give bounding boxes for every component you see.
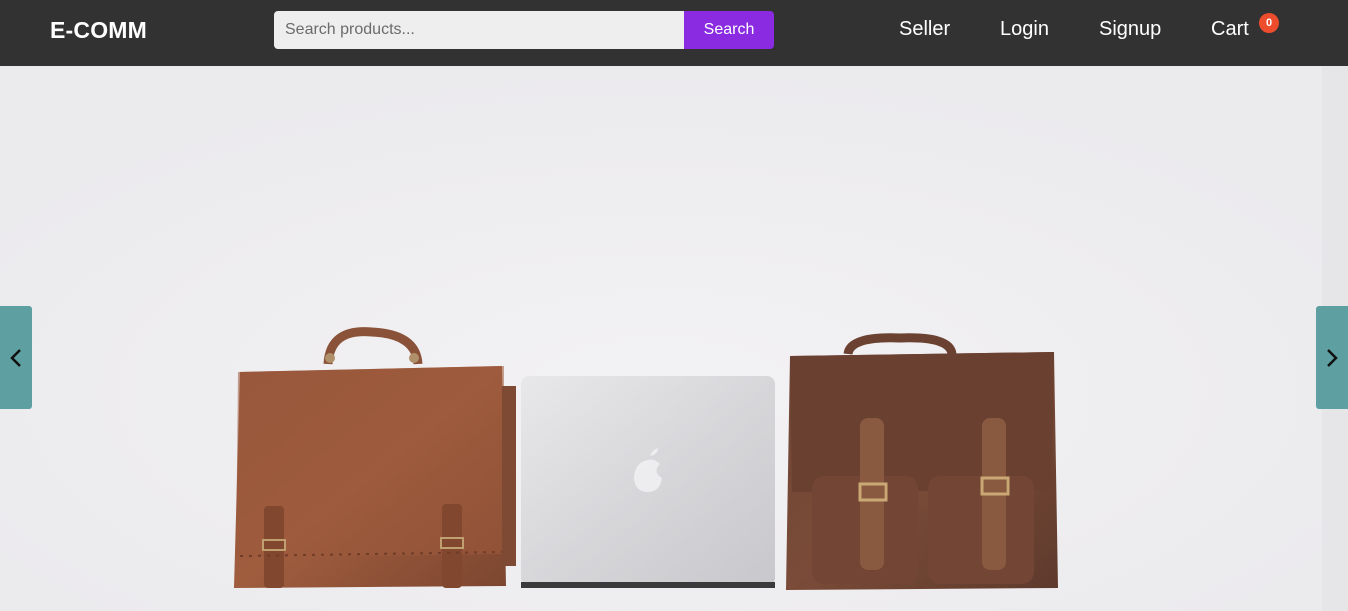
- logo[interactable]: E-COMM: [50, 17, 147, 44]
- nav-cart-link[interactable]: Cart: [1211, 18, 1249, 41]
- right-bag: [786, 333, 1058, 590]
- hero-carousel: [0, 66, 1348, 611]
- carousel-next-button[interactable]: [1316, 306, 1348, 409]
- search-button[interactable]: Search: [684, 11, 774, 49]
- nav-login-link[interactable]: Login: [1000, 18, 1049, 41]
- hero-slide-image: [0, 66, 1322, 611]
- cart-count-badge: 0: [1259, 13, 1279, 33]
- carousel-prev-button[interactable]: [0, 306, 32, 409]
- chevron-left-icon: [10, 348, 21, 367]
- chevron-right-icon: [1327, 348, 1338, 367]
- search-bar: Search: [274, 11, 774, 49]
- top-navbar: E-COMM Search Seller Login Signup Cart 0: [0, 0, 1348, 66]
- search-input[interactable]: [274, 11, 684, 49]
- nav-seller-link[interactable]: Seller: [899, 18, 950, 41]
- laptop: [521, 376, 775, 588]
- nav-signup-link[interactable]: Signup: [1099, 18, 1161, 41]
